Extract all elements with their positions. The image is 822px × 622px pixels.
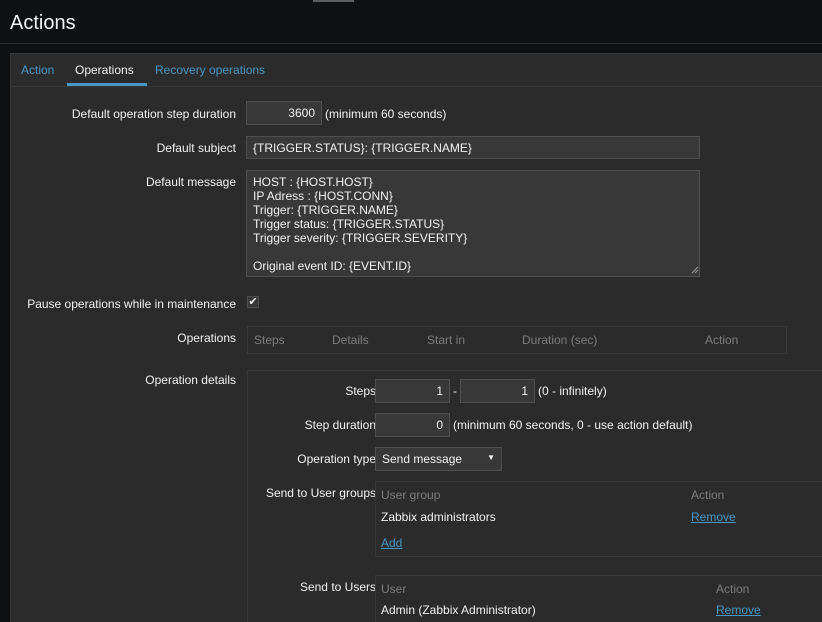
col-steps: Steps <box>254 333 285 347</box>
resize-grip-icon[interactable] <box>691 266 699 274</box>
users-label: Send to Users <box>299 580 376 594</box>
operation-details-box: Steps - (0 - infinitely) Step duration (… <box>247 370 822 622</box>
tab-action[interactable]: Action <box>21 63 54 77</box>
remove-user-group-link[interactable]: Remove <box>691 510 736 524</box>
top-bar-accent <box>313 0 354 2</box>
step-duration-detail-input[interactable] <box>375 413 450 437</box>
steps-label: Steps <box>345 384 376 398</box>
steps-separator: - <box>453 384 457 398</box>
col-user-group-action: Action <box>691 488 725 502</box>
col-details: Details <box>332 333 369 347</box>
add-user-group-link[interactable]: Add <box>381 536 402 550</box>
pause-label: Pause operations while in maintenance <box>27 297 236 311</box>
step-duration-hint: (minimum 60 seconds) <box>325 107 447 121</box>
active-tab-indicator <box>67 83 147 86</box>
action-form-panel: Action Operations Recovery operations De… <box>10 53 822 622</box>
col-duration: Duration (sec) <box>522 333 598 347</box>
operation-type-value: Send message <box>382 452 463 466</box>
user-groups-label: Send to User groups <box>265 486 376 500</box>
col-user: User <box>381 582 407 596</box>
operations-label: Operations <box>177 331 236 345</box>
tab-bar: Action Operations Recovery operations <box>11 54 822 87</box>
chevron-down-icon: ▼ <box>487 453 495 462</box>
users-table: User Action Admin (Zabbix Administrator)… <box>375 575 822 622</box>
steps-to-input[interactable] <box>460 379 535 403</box>
step-duration-detail-label: Step duration <box>304 418 376 432</box>
tab-operations[interactable]: Operations <box>75 63 134 77</box>
message-textarea[interactable]: HOST : {HOST.HOST} IP Adress : {HOST.CON… <box>246 170 700 277</box>
subject-input[interactable] <box>246 136 700 159</box>
steps-hint: (0 - infinitely) <box>538 384 607 398</box>
subject-label: Default subject <box>156 141 236 155</box>
col-start-in: Start in <box>427 333 466 347</box>
operation-type-select[interactable]: Send message ▼ <box>375 447 502 471</box>
step-duration-input[interactable] <box>246 101 322 125</box>
message-label: Default message <box>145 175 236 189</box>
step-duration-detail-hint: (minimum 60 seconds, 0 - use action defa… <box>453 418 693 432</box>
tab-recovery-operations[interactable]: Recovery operations <box>155 63 265 77</box>
pause-checkbox[interactable]: ✔ <box>247 296 259 308</box>
col-action: Action <box>705 333 739 347</box>
operation-details-label: Operation details <box>145 373 236 387</box>
col-user-action: Action <box>716 582 750 596</box>
operations-table: Steps Details Start in Duration (sec) Ac… <box>247 326 787 354</box>
steps-from-input[interactable] <box>375 379 450 403</box>
step-duration-label: Default operation step duration <box>71 107 236 121</box>
user-name: Admin (Zabbix Administrator) <box>381 603 536 617</box>
title-divider <box>0 43 822 44</box>
col-user-group: User group <box>381 488 441 502</box>
page-title: Actions <box>10 12 76 34</box>
operation-type-label: Operation type <box>297 452 376 466</box>
user-group-name: Zabbix administrators <box>381 510 496 524</box>
user-groups-table: User group Action Zabbix administrators … <box>375 481 822 557</box>
remove-user-link[interactable]: Remove <box>716 603 761 617</box>
